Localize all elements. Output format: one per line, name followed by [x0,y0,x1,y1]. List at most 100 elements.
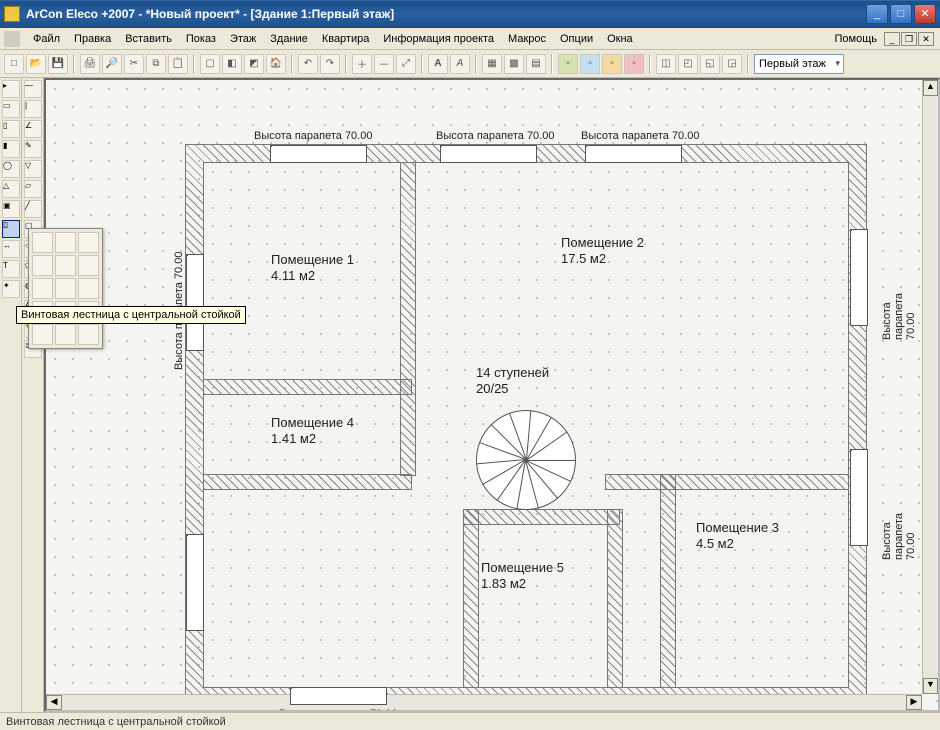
stair-type-btn[interactable] [55,255,76,276]
stair-type-btn[interactable] [78,278,99,299]
vtool-pointer-icon[interactable]: ▸ [2,80,20,98]
partition[interactable] [204,380,411,394]
vtool-dim-icon[interactable]: ↔ [2,240,20,258]
tb-open-icon[interactable]: 📂 [26,54,46,74]
tb-misc1-icon[interactable]: ◫ [656,54,676,74]
partition[interactable] [606,475,848,489]
drawing-canvas[interactable]: Высота парапета 70.00 Высота парапета 70… [46,80,938,710]
tb-copy-icon[interactable]: ⧉ [146,54,166,74]
window-opening[interactable] [851,450,867,545]
tb-cut-icon[interactable]: ✂ [124,54,144,74]
mdi-minimize[interactable]: _ [884,32,900,46]
menu-windows[interactable]: Окна [600,30,640,48]
vtool-stair-icon[interactable]: ⌼ [2,220,20,238]
vtool-object-icon[interactable]: ✦ [2,280,20,298]
stair-type-btn[interactable] [78,324,99,345]
window-opening[interactable] [187,255,203,350]
close-button[interactable]: ✕ [914,4,936,24]
minimize-button[interactable]: _ [866,4,888,24]
menu-building[interactable]: Здание [263,30,315,48]
tb-view3d-icon[interactable]: ◧ [222,54,242,74]
menu-options[interactable]: Опции [553,30,600,48]
vtool-column-icon[interactable]: ◯ [2,160,20,178]
tb-layer3-icon[interactable]: ▫ [602,54,622,74]
tb-group3-icon[interactable]: ▤ [526,54,546,74]
menu-help[interactable]: Помощь [828,30,885,48]
vtool-line-icon[interactable]: ╱ [24,200,42,218]
tb-layer4-icon[interactable]: ▫ [624,54,644,74]
scroll-left-button[interactable]: ◀ [46,695,62,710]
partition[interactable] [464,510,478,687]
horizontal-scrollbar[interactable]: ◀ ▶ [46,694,922,710]
stair-type-btn[interactable] [55,232,76,253]
vtool-level-icon[interactable]: ▽ [24,160,42,178]
partition[interactable] [204,475,411,489]
menu-floor[interactable]: Этаж [223,30,263,48]
tb-new-icon[interactable]: □ [4,54,24,74]
partition[interactable] [464,510,619,524]
scroll-down-button[interactable]: ▼ [923,678,938,694]
window-opening[interactable] [586,146,681,162]
tb-view2d-icon[interactable]: ▢ [200,54,220,74]
window-opening[interactable] [291,688,386,704]
tb-save-icon[interactable]: 💾 [48,54,68,74]
tb-misc4-icon[interactable]: ◲ [722,54,742,74]
mdi-close[interactable]: ✕ [918,32,934,46]
vtool-dim-h-icon[interactable]: — [24,80,42,98]
tb-print-icon[interactable]: 🖨 [80,54,100,74]
window-opening[interactable] [441,146,536,162]
tb-undo-icon[interactable]: ↶ [298,54,318,74]
stair-palette[interactable] [28,228,103,349]
tb-paste-icon[interactable]: 📋 [168,54,188,74]
vertical-scrollbar[interactable]: ▲ ▼ [922,80,938,694]
vtool-roof-icon[interactable]: △ [2,180,20,198]
tb-misc2-icon[interactable]: ◰ [678,54,698,74]
window-opening[interactable] [851,230,867,325]
vtool-note-icon[interactable]: ✎ [24,140,42,158]
vtool-room-icon[interactable]: ▣ [2,200,20,218]
vtool-dim-a-icon[interactable]: ∠ [24,120,42,138]
vtool-door-icon[interactable]: ▮ [2,140,20,158]
partition[interactable] [661,475,675,687]
tb-layer2-icon[interactable]: ▫ [580,54,600,74]
vtool-window-icon[interactable]: ▯ [2,120,20,138]
stair-type-btn[interactable] [32,278,53,299]
tb-font-icon[interactable]: A [450,54,470,74]
floor-select[interactable]: Первый этаж [754,54,844,74]
tb-house-icon[interactable]: 🏠 [266,54,286,74]
menu-apartment[interactable]: Квартира [315,30,377,48]
tb-group2-icon[interactable]: ▩ [504,54,524,74]
stair-type-btn[interactable] [32,324,53,345]
menu-macros[interactable]: Макрос [501,30,553,48]
vtool-dim-v-icon[interactable]: | [24,100,42,118]
stair-type-btn[interactable] [32,232,53,253]
maximize-button[interactable]: □ [890,4,912,24]
tb-redo-icon[interactable]: ↷ [320,54,340,74]
stair-type-btn[interactable] [55,278,76,299]
tb-layer1-icon[interactable]: ▫ [558,54,578,74]
scroll-up-button[interactable]: ▲ [923,80,938,96]
tb-viewiso-icon[interactable]: ◩ [244,54,264,74]
door-opening[interactable] [187,535,203,630]
mdi-restore[interactable]: ❐ [901,32,917,46]
partition[interactable] [608,510,622,687]
stair-type-btn[interactable] [55,324,76,345]
menu-project-info[interactable]: Информация проекта [376,30,501,48]
tb-group1-icon[interactable]: ▦ [482,54,502,74]
stair-type-btn[interactable] [78,255,99,276]
menu-view[interactable]: Показ [179,30,223,48]
spiral-staircase[interactable] [476,410,576,510]
tb-zoomfit-icon[interactable]: ⤢ [396,54,416,74]
tb-preview-icon[interactable]: 🔎 [102,54,122,74]
menu-insert[interactable]: Вставить [118,30,179,48]
stair-type-btn[interactable] [32,255,53,276]
tb-text-icon[interactable]: A [428,54,448,74]
vtool-text-icon[interactable]: T [2,260,20,278]
menu-file[interactable]: Файл [26,30,67,48]
menu-edit[interactable]: Правка [67,30,118,48]
partition[interactable] [401,163,415,475]
window-opening[interactable] [271,146,366,162]
tb-zoomout-icon[interactable]: － [374,54,394,74]
vtool-area-icon[interactable]: ▱ [24,180,42,198]
tb-misc3-icon[interactable]: ◱ [700,54,720,74]
